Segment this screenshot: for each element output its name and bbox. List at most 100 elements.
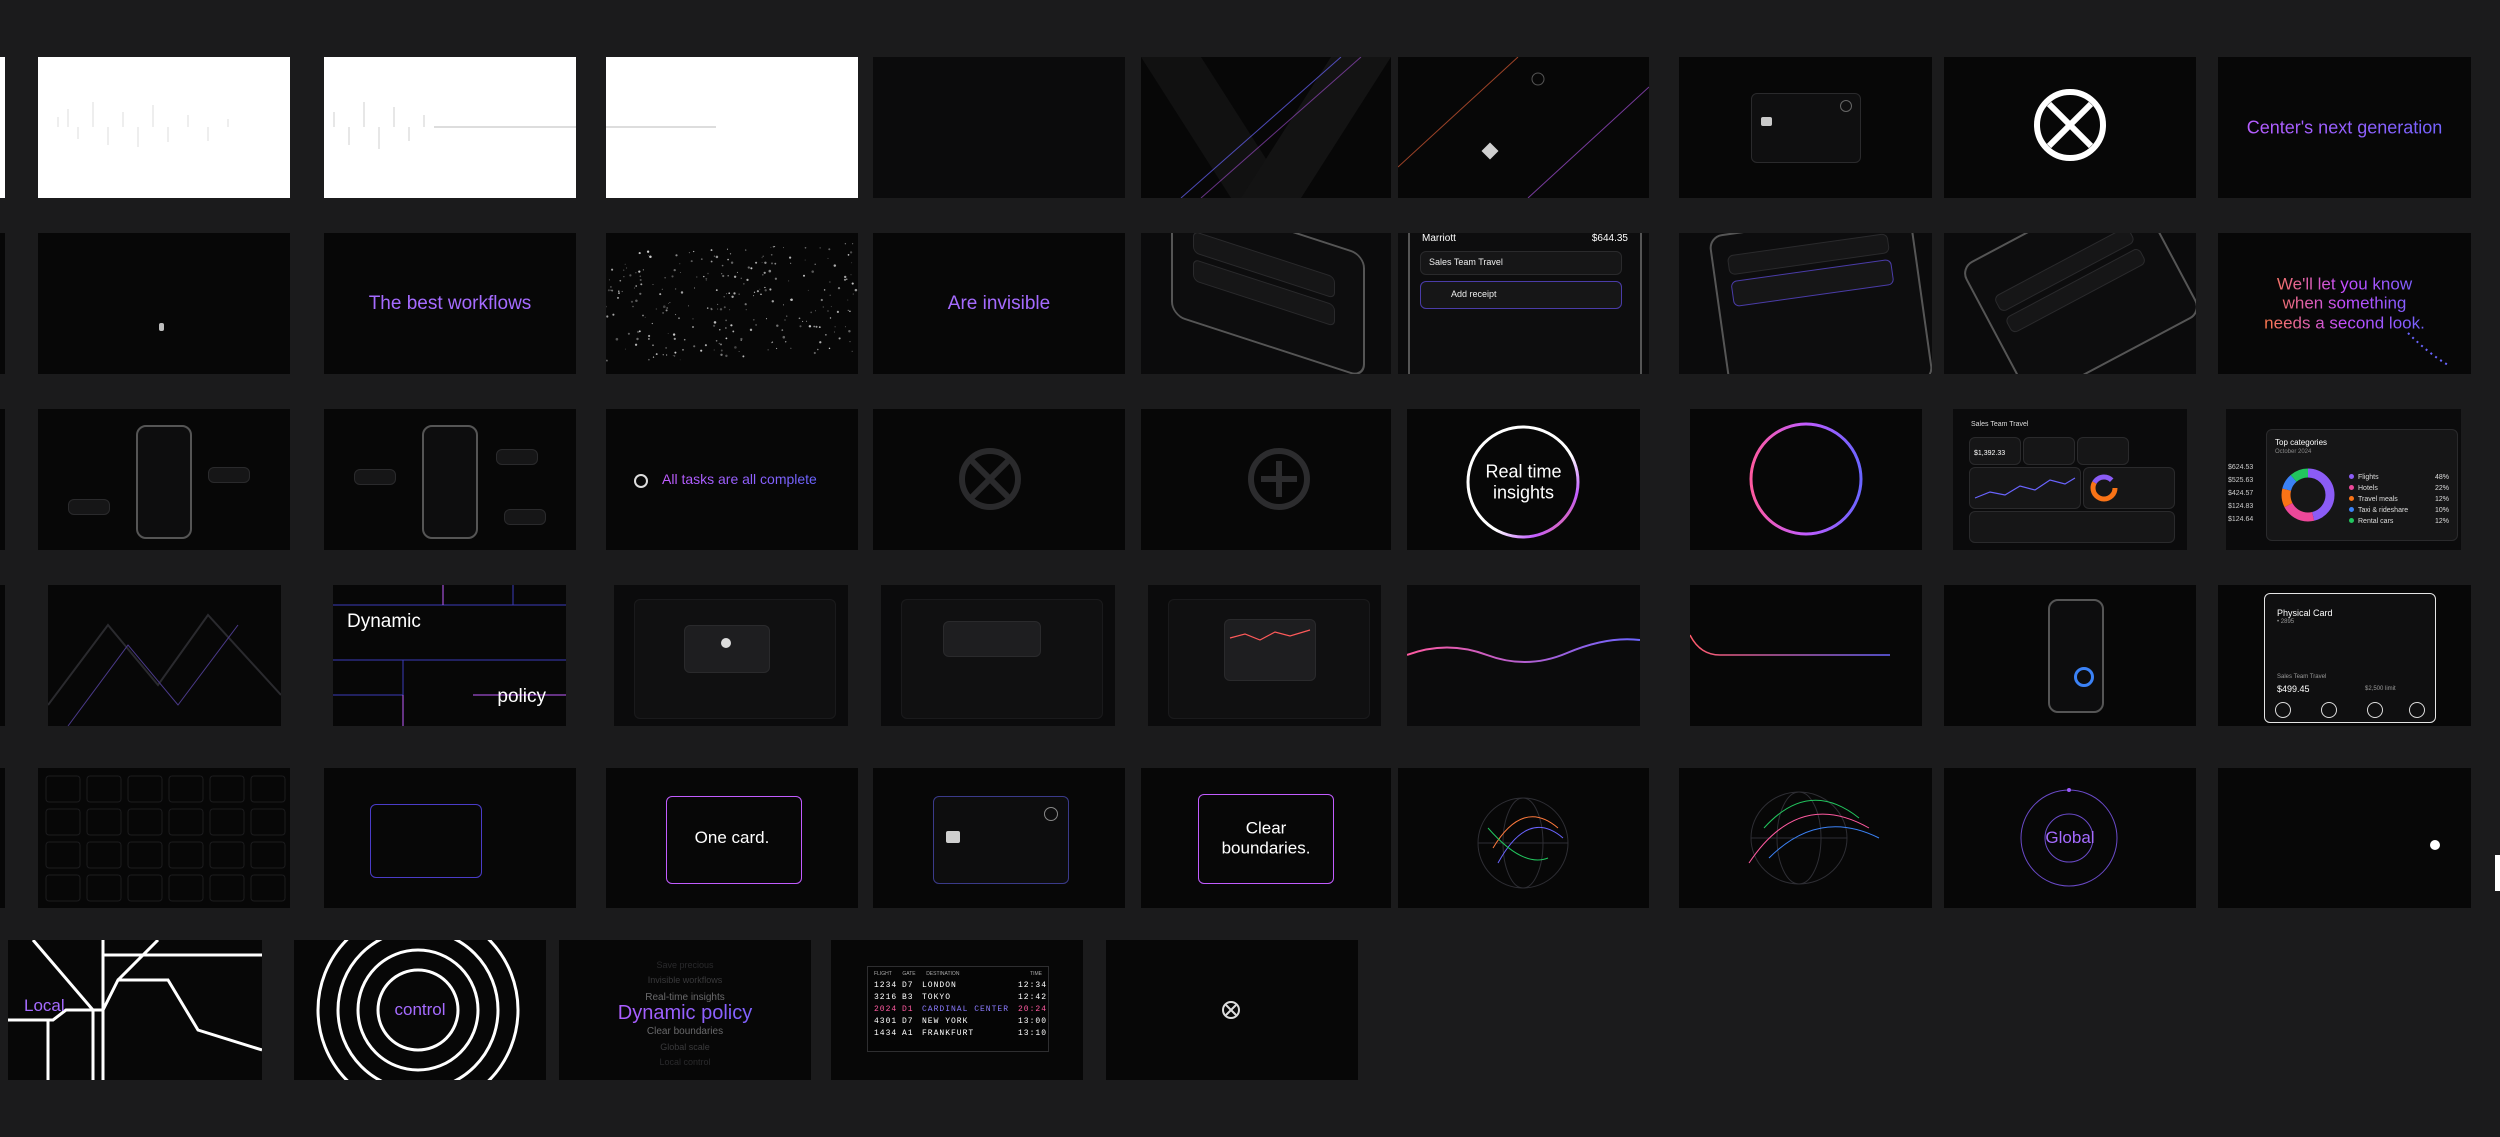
particle-dot bbox=[764, 261, 767, 265]
waveform-graphic bbox=[333, 102, 576, 149]
frame-white-dot bbox=[2218, 768, 2471, 908]
details-button[interactable] bbox=[2321, 702, 2337, 718]
brand-logo-icon bbox=[2034, 89, 2106, 161]
frame-logo-small bbox=[1106, 940, 1358, 1080]
phone-mockup bbox=[1707, 233, 1932, 374]
dashboard-title: Sales Team Travel bbox=[1971, 421, 2029, 428]
particle-dot bbox=[828, 248, 831, 251]
particle-dot bbox=[767, 349, 769, 351]
frame-word-stack: Save precious Invisible workflows Real-t… bbox=[559, 940, 811, 1080]
particle-dot bbox=[715, 289, 718, 291]
legend-dot bbox=[2349, 474, 2354, 479]
board-header-destination: DESTINATION bbox=[926, 971, 960, 977]
frame-edge-left-3 bbox=[0, 409, 5, 550]
legend-item: Rental cars 12% bbox=[2349, 516, 2449, 527]
frame-physical-card: Physical Card • 2895 Sales Team Travel $… bbox=[2218, 585, 2471, 726]
grid-block bbox=[127, 841, 163, 869]
legend-pct: 10% bbox=[2434, 507, 2449, 514]
particle-dot bbox=[852, 293, 854, 295]
physical-card-panel: Physical Card • 2895 Sales Team Travel $… bbox=[2264, 593, 2436, 723]
particle-dot bbox=[663, 305, 666, 308]
particle-dot bbox=[693, 345, 696, 348]
frame-all-tasks: All tasks are all complete bbox=[606, 409, 858, 550]
particle-dot bbox=[655, 353, 658, 356]
particle-dot bbox=[696, 276, 698, 278]
board-flight: 4301 bbox=[874, 1017, 898, 1026]
particle-dot bbox=[704, 344, 707, 347]
particle-dot bbox=[720, 353, 723, 356]
particle-dot bbox=[675, 254, 678, 257]
frame-phone-4 bbox=[1944, 233, 2196, 374]
grid-block bbox=[45, 775, 81, 803]
particle-dot bbox=[634, 343, 638, 346]
legend-item: Travel meals 12% bbox=[2349, 494, 2449, 505]
board-time: 20:24 bbox=[1018, 1005, 1048, 1014]
local-text: Local bbox=[24, 996, 65, 1015]
legend-label: Flights bbox=[2358, 474, 2379, 481]
frame-waveform-2 bbox=[324, 57, 576, 198]
card-chip-icon bbox=[1761, 117, 1772, 126]
particle-dot bbox=[700, 258, 703, 260]
particle-dot bbox=[692, 318, 694, 320]
pin-button[interactable] bbox=[2409, 702, 2425, 718]
particle-dot bbox=[848, 329, 851, 333]
particle-dot bbox=[771, 342, 773, 344]
legend-pct: 12% bbox=[2434, 518, 2449, 525]
board-flight: 1234 bbox=[874, 981, 898, 990]
particle-dot bbox=[849, 251, 853, 254]
grid-block bbox=[168, 775, 204, 803]
particle-dot bbox=[719, 308, 723, 311]
particle-dot bbox=[618, 292, 620, 294]
particle-dot bbox=[638, 330, 641, 333]
add-button[interactable] bbox=[2367, 702, 2383, 718]
board-row: 1434 A1 FRANKFURT 13:10 bbox=[874, 1028, 1046, 1040]
policy-text: policy bbox=[497, 686, 546, 707]
card-amount: $499.45 bbox=[2277, 684, 2310, 694]
amount-value: $424.57 bbox=[2228, 490, 2254, 497]
geometric-lines-graphic bbox=[48, 613, 281, 726]
brand-logo-icon bbox=[959, 448, 1021, 510]
board-gate: A1 bbox=[902, 1029, 914, 1038]
legend-label: Rental cars bbox=[2358, 518, 2394, 525]
categories-donut-chart bbox=[2281, 468, 2335, 522]
particle-dot bbox=[744, 303, 747, 306]
particle-dot bbox=[732, 330, 735, 333]
frame-gradient-ring bbox=[1690, 409, 1922, 550]
frame-are-invisible: Are invisible bbox=[873, 233, 1125, 374]
particle-dot bbox=[784, 341, 787, 343]
expense-category-field[interactable]: Sales Team Travel bbox=[1420, 251, 1622, 275]
particle-dot bbox=[808, 325, 812, 328]
grid-block bbox=[127, 874, 163, 902]
particle-dot bbox=[817, 348, 819, 351]
particle-dot bbox=[675, 314, 677, 316]
particle-dot bbox=[672, 333, 676, 336]
legend-item: Taxi & rideshare 10% bbox=[2349, 505, 2449, 516]
particle-dot bbox=[655, 308, 658, 310]
particle-dot bbox=[636, 337, 639, 341]
particle-dot bbox=[764, 289, 767, 292]
board-time: 12:42 bbox=[1018, 993, 1048, 1002]
particle-dot bbox=[665, 347, 667, 349]
particle-dot bbox=[845, 278, 848, 280]
particle-dot bbox=[680, 272, 681, 274]
amount-value: $525.63 bbox=[2228, 477, 2254, 484]
grid-block bbox=[127, 775, 163, 803]
amount-value: $624.53 bbox=[2228, 464, 2254, 471]
particle-dot bbox=[782, 247, 785, 249]
particle-dot bbox=[755, 323, 758, 326]
particle-dot bbox=[726, 293, 727, 295]
donut-icon bbox=[2074, 667, 2094, 687]
floating-card bbox=[354, 469, 396, 485]
particle-dot bbox=[819, 247, 821, 249]
card-outline bbox=[370, 804, 482, 878]
particle-dot bbox=[659, 293, 662, 296]
particle-dot bbox=[642, 314, 644, 317]
word-stack-above-1: Invisible workflows bbox=[647, 975, 723, 985]
particle-dot bbox=[851, 282, 854, 285]
particle-dot bbox=[638, 252, 641, 255]
particle-dot bbox=[730, 261, 734, 264]
clear-boundaries-text: Clear boundaries. bbox=[1221, 818, 1311, 857]
frame-line-dark bbox=[873, 57, 1125, 198]
freeze-button[interactable] bbox=[2275, 702, 2291, 718]
add-receipt-button[interactable]: Add receipt bbox=[1420, 281, 1622, 309]
